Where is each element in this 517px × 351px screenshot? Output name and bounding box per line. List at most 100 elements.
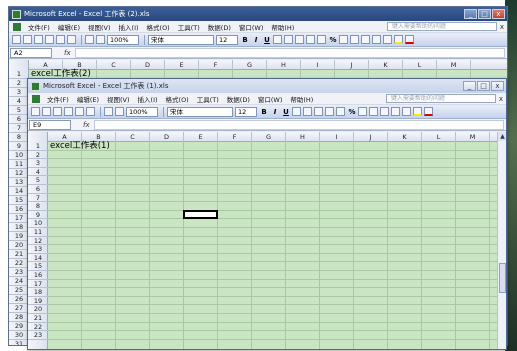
row-header[interactable]: 11 [9, 160, 29, 169]
underline-button[interactable]: U [262, 36, 272, 44]
row-header[interactable]: 20 [28, 305, 48, 314]
row-header[interactable]: 31 [9, 340, 29, 345]
close-button[interactable]: x [491, 81, 504, 91]
workbook-close-icon[interactable]: x [499, 95, 503, 103]
new-icon[interactable] [31, 107, 40, 116]
open-icon[interactable] [23, 35, 32, 44]
row-header[interactable]: 10 [28, 219, 48, 228]
align-left-icon[interactable] [273, 35, 282, 44]
column-header[interactable]: J [335, 60, 369, 70]
row-header[interactable]: 22 [9, 259, 29, 268]
menu-insert[interactable]: 插入(I) [115, 22, 143, 32]
spelling-icon[interactable] [86, 107, 95, 116]
percent-button[interactable]: % [347, 108, 357, 116]
column-header[interactable]: I [301, 60, 335, 70]
percent-button[interactable]: % [328, 36, 338, 44]
row-header[interactable]: 1 [9, 70, 29, 79]
menu-data[interactable]: 数据(D) [204, 22, 235, 32]
formula-input[interactable] [93, 119, 504, 130]
insert-function-icon[interactable]: fx [83, 121, 90, 129]
column-header[interactable]: I [320, 132, 354, 142]
save-icon[interactable] [34, 35, 43, 44]
column-header[interactable]: D [150, 132, 184, 142]
row-header[interactable]: 3 [28, 159, 48, 168]
row-header[interactable]: 15 [9, 196, 29, 205]
active-cell[interactable] [183, 209, 218, 220]
menu-data[interactable]: 数据(D) [223, 94, 254, 104]
menu-window[interactable]: 窗口(W) [235, 22, 268, 32]
column-header[interactable]: G [252, 132, 286, 142]
row-header[interactable]: 19 [28, 297, 48, 306]
column-header[interactable]: C [116, 132, 150, 142]
print-icon[interactable] [64, 107, 73, 116]
row-header[interactable]: 7 [28, 194, 48, 203]
column-header[interactable]: F [199, 60, 233, 70]
cell-a1[interactable]: excel工作表(1) [50, 142, 110, 151]
vertical-scrollbar[interactable]: ▲ [497, 132, 506, 349]
row-header[interactable]: 28 [9, 313, 29, 322]
row-header[interactable]: 27 [9, 304, 29, 313]
menu-help[interactable]: 帮助(H) [267, 22, 298, 32]
column-header[interactable]: J [354, 132, 388, 142]
row-header[interactable]: 1 [28, 142, 48, 151]
worksheet-grid[interactable]: A B C D E F G H I J K L M 1 2 3 4 5 6 7 8 9 10 11 12 13 14 15 16 17 18… [28, 132, 506, 349]
redo-icon[interactable] [96, 35, 105, 44]
row-header[interactable]: 6 [9, 115, 29, 124]
row-header[interactable]: 17 [28, 280, 48, 289]
column-header[interactable]: K [388, 132, 422, 142]
minimize-button[interactable]: _ [463, 81, 476, 91]
row-header[interactable]: 15 [28, 262, 48, 271]
indent-icon[interactable] [380, 107, 389, 116]
new-icon[interactable] [12, 35, 21, 44]
redo-icon[interactable] [115, 107, 124, 116]
row-header[interactable]: 29 [9, 322, 29, 331]
row-header[interactable]: 22 [28, 323, 48, 332]
row-header[interactable]: 23 [28, 331, 48, 340]
row-header[interactable]: 4 [28, 168, 48, 177]
column-header[interactable]: D [131, 60, 165, 70]
merge-center-icon[interactable] [306, 35, 315, 44]
row-header[interactable]: 16 [9, 205, 29, 214]
borders-icon[interactable] [402, 107, 411, 116]
font-size-select[interactable]: 12 [216, 34, 238, 45]
increase-decimal-icon[interactable] [339, 35, 348, 44]
bold-button[interactable]: B [240, 36, 250, 44]
row-header[interactable]: 9 [28, 211, 48, 220]
row-header[interactable]: 12 [28, 237, 48, 246]
column-header[interactable]: M [456, 132, 490, 142]
row-header[interactable]: 12 [9, 169, 29, 178]
row-header[interactable]: 9 [9, 142, 29, 151]
insert-function-icon[interactable]: fx [64, 49, 71, 57]
menu-window[interactable]: 窗口(W) [254, 94, 287, 104]
menu-file[interactable]: 文件(F) [24, 22, 54, 32]
row-header[interactable]: 6 [28, 185, 48, 194]
zoom-select[interactable]: 100% [107, 34, 139, 45]
maximize-button[interactable]: □ [477, 81, 490, 91]
workbook-icon[interactable] [13, 22, 21, 31]
name-box[interactable]: A2 [10, 47, 52, 58]
decrease-decimal-icon[interactable] [369, 107, 378, 116]
align-center-icon[interactable] [284, 35, 293, 44]
row-header[interactable]: 25 [9, 286, 29, 295]
row-header[interactable]: 23 [9, 268, 29, 277]
undo-icon[interactable] [85, 35, 94, 44]
help-search-input[interactable]: 键入需要帮助的问题 [386, 22, 497, 31]
maximize-button[interactable]: □ [478, 9, 491, 19]
italic-button[interactable]: I [270, 108, 280, 116]
scroll-thumb[interactable] [499, 263, 506, 293]
borders-icon[interactable] [383, 35, 392, 44]
row-header[interactable]: 11 [28, 228, 48, 237]
excel-window-1[interactable]: Microsoft Excel - Excel 工作表 (1).xls _ □ … [27, 78, 507, 350]
spelling-icon[interactable] [67, 35, 76, 44]
row-header[interactable]: 5 [9, 106, 29, 115]
row-header[interactable]: 5 [28, 176, 48, 185]
row-header[interactable]: 14 [28, 254, 48, 263]
column-header[interactable]: M [437, 60, 471, 70]
fill-color-icon[interactable] [413, 107, 422, 116]
column-header[interactable]: C [97, 60, 131, 70]
outdent-icon[interactable] [372, 35, 381, 44]
menu-tools[interactable]: 工具(T) [174, 22, 204, 32]
row-header[interactable]: 24 [9, 277, 29, 286]
column-header[interactable]: E [184, 132, 218, 142]
menu-tools[interactable]: 工具(T) [193, 94, 223, 104]
